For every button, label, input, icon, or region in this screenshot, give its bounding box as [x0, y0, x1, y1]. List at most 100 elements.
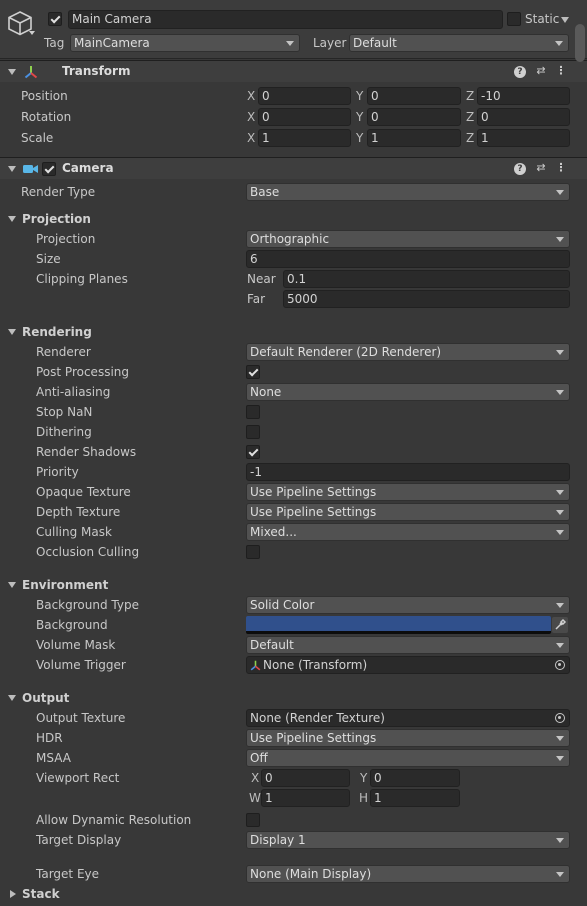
background-color-swatch[interactable]: [246, 616, 551, 634]
priority-label: Priority: [36, 465, 79, 479]
near-field[interactable]: 0.1: [283, 270, 570, 288]
target-display-dropdown[interactable]: Display 1: [246, 831, 570, 849]
viewport-w-axis[interactable]: W: [249, 789, 261, 807]
layer-dropdown[interactable]: Default: [349, 34, 569, 52]
render-shadows-checkbox[interactable]: [246, 445, 260, 459]
foldout-icon[interactable]: [8, 69, 16, 75]
background-type-dropdown[interactable]: Solid Color: [246, 596, 570, 614]
rotation-z-field[interactable]: 0: [477, 108, 570, 126]
allow-dynamic-resolution-label: Allow Dynamic Resolution: [36, 813, 192, 827]
post-processing-checkbox[interactable]: [246, 365, 260, 379]
culling-mask-dropdown[interactable]: Mixed...: [246, 523, 570, 541]
rotation-z-axis[interactable]: Z: [466, 108, 474, 126]
help-icon[interactable]: ?: [514, 163, 526, 175]
volume-mask-dropdown[interactable]: Default: [246, 636, 570, 654]
rotation-y-axis[interactable]: Y: [356, 108, 363, 126]
output-section-title[interactable]: Output: [22, 689, 69, 707]
viewport-h-field[interactable]: 1: [370, 789, 460, 807]
viewport-y-field[interactable]: 0: [370, 769, 460, 787]
background-type-label: Background Type: [36, 598, 139, 612]
rotation-x-field[interactable]: 0: [258, 108, 351, 126]
vertical-scrollbar[interactable]: [574, 0, 587, 906]
stop-nan-label: Stop NaN: [36, 405, 93, 419]
scale-y-axis[interactable]: Y: [356, 129, 363, 147]
renderer-dropdown[interactable]: Default Renderer (2D Renderer): [246, 343, 570, 361]
projection-foldout-icon[interactable]: [8, 216, 16, 222]
dithering-checkbox[interactable]: [246, 425, 260, 439]
foldout-icon[interactable]: [8, 166, 16, 172]
stack-foldout-icon[interactable]: [10, 890, 16, 898]
stack-section-title[interactable]: Stack: [22, 885, 60, 903]
scale-label: Scale: [21, 131, 54, 145]
camera-icon: [23, 165, 38, 173]
volume-trigger-field[interactable]: None (Transform): [246, 656, 570, 674]
scale-z-field[interactable]: 1: [477, 129, 570, 147]
chevron-down-icon: [286, 41, 294, 46]
viewport-y-axis[interactable]: Y: [360, 769, 367, 787]
position-y-axis[interactable]: Y: [356, 87, 363, 105]
environment-section-title[interactable]: Environment: [22, 576, 108, 594]
tag-dropdown[interactable]: MainCamera: [70, 34, 300, 52]
occlusion-culling-checkbox[interactable]: [246, 545, 260, 559]
position-x-axis[interactable]: X: [247, 87, 255, 105]
opaque-texture-label: Opaque Texture: [36, 485, 131, 499]
static-checkbox[interactable]: [507, 12, 521, 26]
position-z-field[interactable]: -10: [477, 87, 570, 105]
rotation-x-axis[interactable]: X: [247, 108, 255, 126]
static-dropdown-icon[interactable]: [561, 17, 569, 23]
msaa-dropdown[interactable]: Off: [246, 749, 570, 767]
chevron-down-icon: [556, 838, 564, 843]
dithering-label: Dithering: [36, 425, 92, 439]
hdr-dropdown[interactable]: Use Pipeline Settings: [246, 729, 570, 747]
render-type-dropdown[interactable]: Base: [246, 183, 570, 201]
opaque-texture-dropdown[interactable]: Use Pipeline Settings: [246, 483, 570, 501]
anti-aliasing-dropdown[interactable]: None: [246, 383, 570, 401]
preset-sliders-icon[interactable]: ⇄: [535, 65, 547, 77]
chevron-down-icon: [556, 643, 564, 648]
active-checkbox[interactable]: [48, 12, 62, 26]
near-label: Near: [247, 272, 276, 286]
scale-x-field[interactable]: 1: [258, 129, 351, 147]
help-icon[interactable]: ?: [514, 66, 526, 78]
environment-foldout-icon[interactable]: [8, 582, 16, 588]
target-eye-dropdown[interactable]: None (Main Display): [246, 865, 570, 883]
position-y-field[interactable]: 0: [367, 87, 461, 105]
more-options-icon[interactable]: ⋮: [555, 65, 567, 77]
more-options-icon[interactable]: ⋮: [555, 162, 567, 174]
size-field[interactable]: 6: [246, 250, 570, 268]
gameobject-header: Main Camera Static Tag MainCamera Layer …: [0, 0, 587, 59]
rendering-foldout-icon[interactable]: [8, 329, 16, 335]
transform-header[interactable]: Transform ? ⇄ ⋮: [0, 60, 587, 82]
far-field[interactable]: 5000: [283, 290, 570, 308]
viewport-x-field[interactable]: 0: [261, 769, 350, 787]
object-name-field[interactable]: Main Camera: [68, 10, 503, 29]
viewport-h-axis[interactable]: H: [359, 789, 368, 807]
depth-texture-dropdown[interactable]: Use Pipeline Settings: [246, 503, 570, 521]
scale-z-axis[interactable]: Z: [466, 129, 474, 147]
output-foldout-icon[interactable]: [8, 695, 16, 701]
scale-y-field[interactable]: 1: [367, 129, 461, 147]
output-texture-field[interactable]: None (Render Texture): [246, 709, 570, 727]
scale-x-axis[interactable]: X: [247, 129, 255, 147]
viewport-w-field[interactable]: 1: [261, 789, 350, 807]
position-z-axis[interactable]: Z: [466, 87, 474, 105]
viewport-rect-label: Viewport Rect: [36, 771, 120, 785]
transform-title: Transform: [62, 64, 131, 78]
priority-field[interactable]: -1: [246, 463, 570, 481]
object-picker-icon[interactable]: [555, 660, 565, 670]
stop-nan-checkbox[interactable]: [246, 405, 260, 419]
allow-dynamic-resolution-checkbox[interactable]: [246, 813, 260, 827]
eyedropper-icon[interactable]: [552, 617, 568, 633]
viewport-x-axis[interactable]: X: [251, 769, 259, 787]
camera-header[interactable]: Camera ? ⇄ ⋮: [0, 157, 587, 179]
rotation-y-field[interactable]: 0: [367, 108, 461, 126]
position-x-field[interactable]: 0: [258, 87, 351, 105]
icon-dropdown-icon[interactable]: [29, 31, 35, 35]
preset-sliders-icon[interactable]: ⇄: [535, 162, 547, 174]
scrollbar-thumb[interactable]: [575, 24, 585, 62]
object-picker-icon[interactable]: [555, 713, 565, 723]
projection-section-title[interactable]: Projection: [22, 210, 91, 228]
rendering-section-title[interactable]: Rendering: [22, 323, 92, 341]
camera-enabled-checkbox[interactable]: [42, 162, 56, 176]
projection-dropdown[interactable]: Orthographic: [246, 230, 570, 248]
